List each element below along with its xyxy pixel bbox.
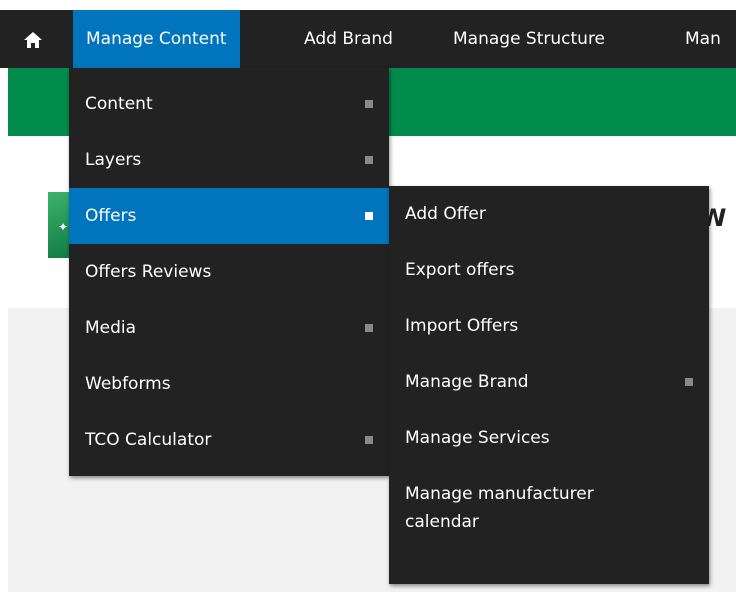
menu-item-media[interactable]: Media	[69, 300, 389, 356]
submenu-indicator-icon	[365, 324, 373, 332]
menu-item-label: Manage manufacturer calendar	[405, 484, 594, 532]
submenu-indicator-icon	[365, 156, 373, 164]
menu-item-offers-reviews[interactable]: Offers Reviews	[69, 244, 389, 300]
menu-item-label: Export offers	[405, 260, 515, 280]
home-icon[interactable]	[23, 30, 43, 50]
menu-item-label: Offers Reviews	[85, 262, 212, 282]
menu-item-import-offers[interactable]: Import Offers	[389, 298, 709, 354]
menu-item-manage-services[interactable]: Manage Services	[389, 410, 709, 466]
offers-submenu: Add Offer Export offers Import Offers Ma…	[389, 186, 709, 584]
logo-star-icon: ✦	[58, 220, 69, 234]
menu-item-label: Webforms	[85, 374, 171, 394]
toolbar-item-add-brand[interactable]: Add Brand	[291, 10, 406, 68]
menu-item-label: Layers	[85, 150, 142, 170]
submenu-indicator-icon	[365, 212, 373, 220]
menu-item-tco-calculator[interactable]: TCO Calculator	[69, 412, 389, 468]
menu-item-label: Media	[85, 318, 137, 338]
manage-content-menu: Content Layers Offers Offers Reviews Med…	[69, 68, 389, 476]
menu-item-layers[interactable]: Layers	[69, 132, 389, 188]
menu-item-add-offer[interactable]: Add Offer	[389, 186, 709, 242]
submenu-indicator-icon	[685, 378, 693, 386]
page: Manage Content Add Brand Manage Structur…	[0, 0, 736, 592]
submenu-indicator-icon	[365, 100, 373, 108]
admin-toolbar: Manage Content Add Brand Manage Structur…	[0, 10, 736, 68]
toolbar-item-manage-content[interactable]: Manage Content	[73, 10, 240, 68]
menu-item-manage-brand[interactable]: Manage Brand	[389, 354, 709, 410]
menu-item-export-offers[interactable]: Export offers	[389, 242, 709, 298]
menu-item-label: Import Offers	[405, 316, 519, 336]
menu-item-label: Manage Services	[405, 428, 550, 448]
menu-item-label: Offers	[85, 206, 137, 226]
menu-item-offers[interactable]: Offers	[69, 188, 389, 244]
toolbar-item-manage-structure[interactable]: Manage Structure	[440, 10, 618, 68]
menu-item-webforms[interactable]: Webforms	[69, 356, 389, 412]
menu-item-label: Manage Brand	[405, 372, 529, 392]
menu-item-label: Add Offer	[405, 204, 486, 224]
toolbar-item-manage-more[interactable]: Man	[672, 10, 734, 68]
menu-item-label: TCO Calculator	[85, 430, 212, 450]
menu-item-manage-manufacturer-calendar[interactable]: Manage manufacturer calendar	[389, 466, 709, 578]
submenu-indicator-icon	[365, 436, 373, 444]
menu-item-label: Content	[85, 94, 153, 114]
menu-item-content[interactable]: Content	[69, 76, 389, 132]
